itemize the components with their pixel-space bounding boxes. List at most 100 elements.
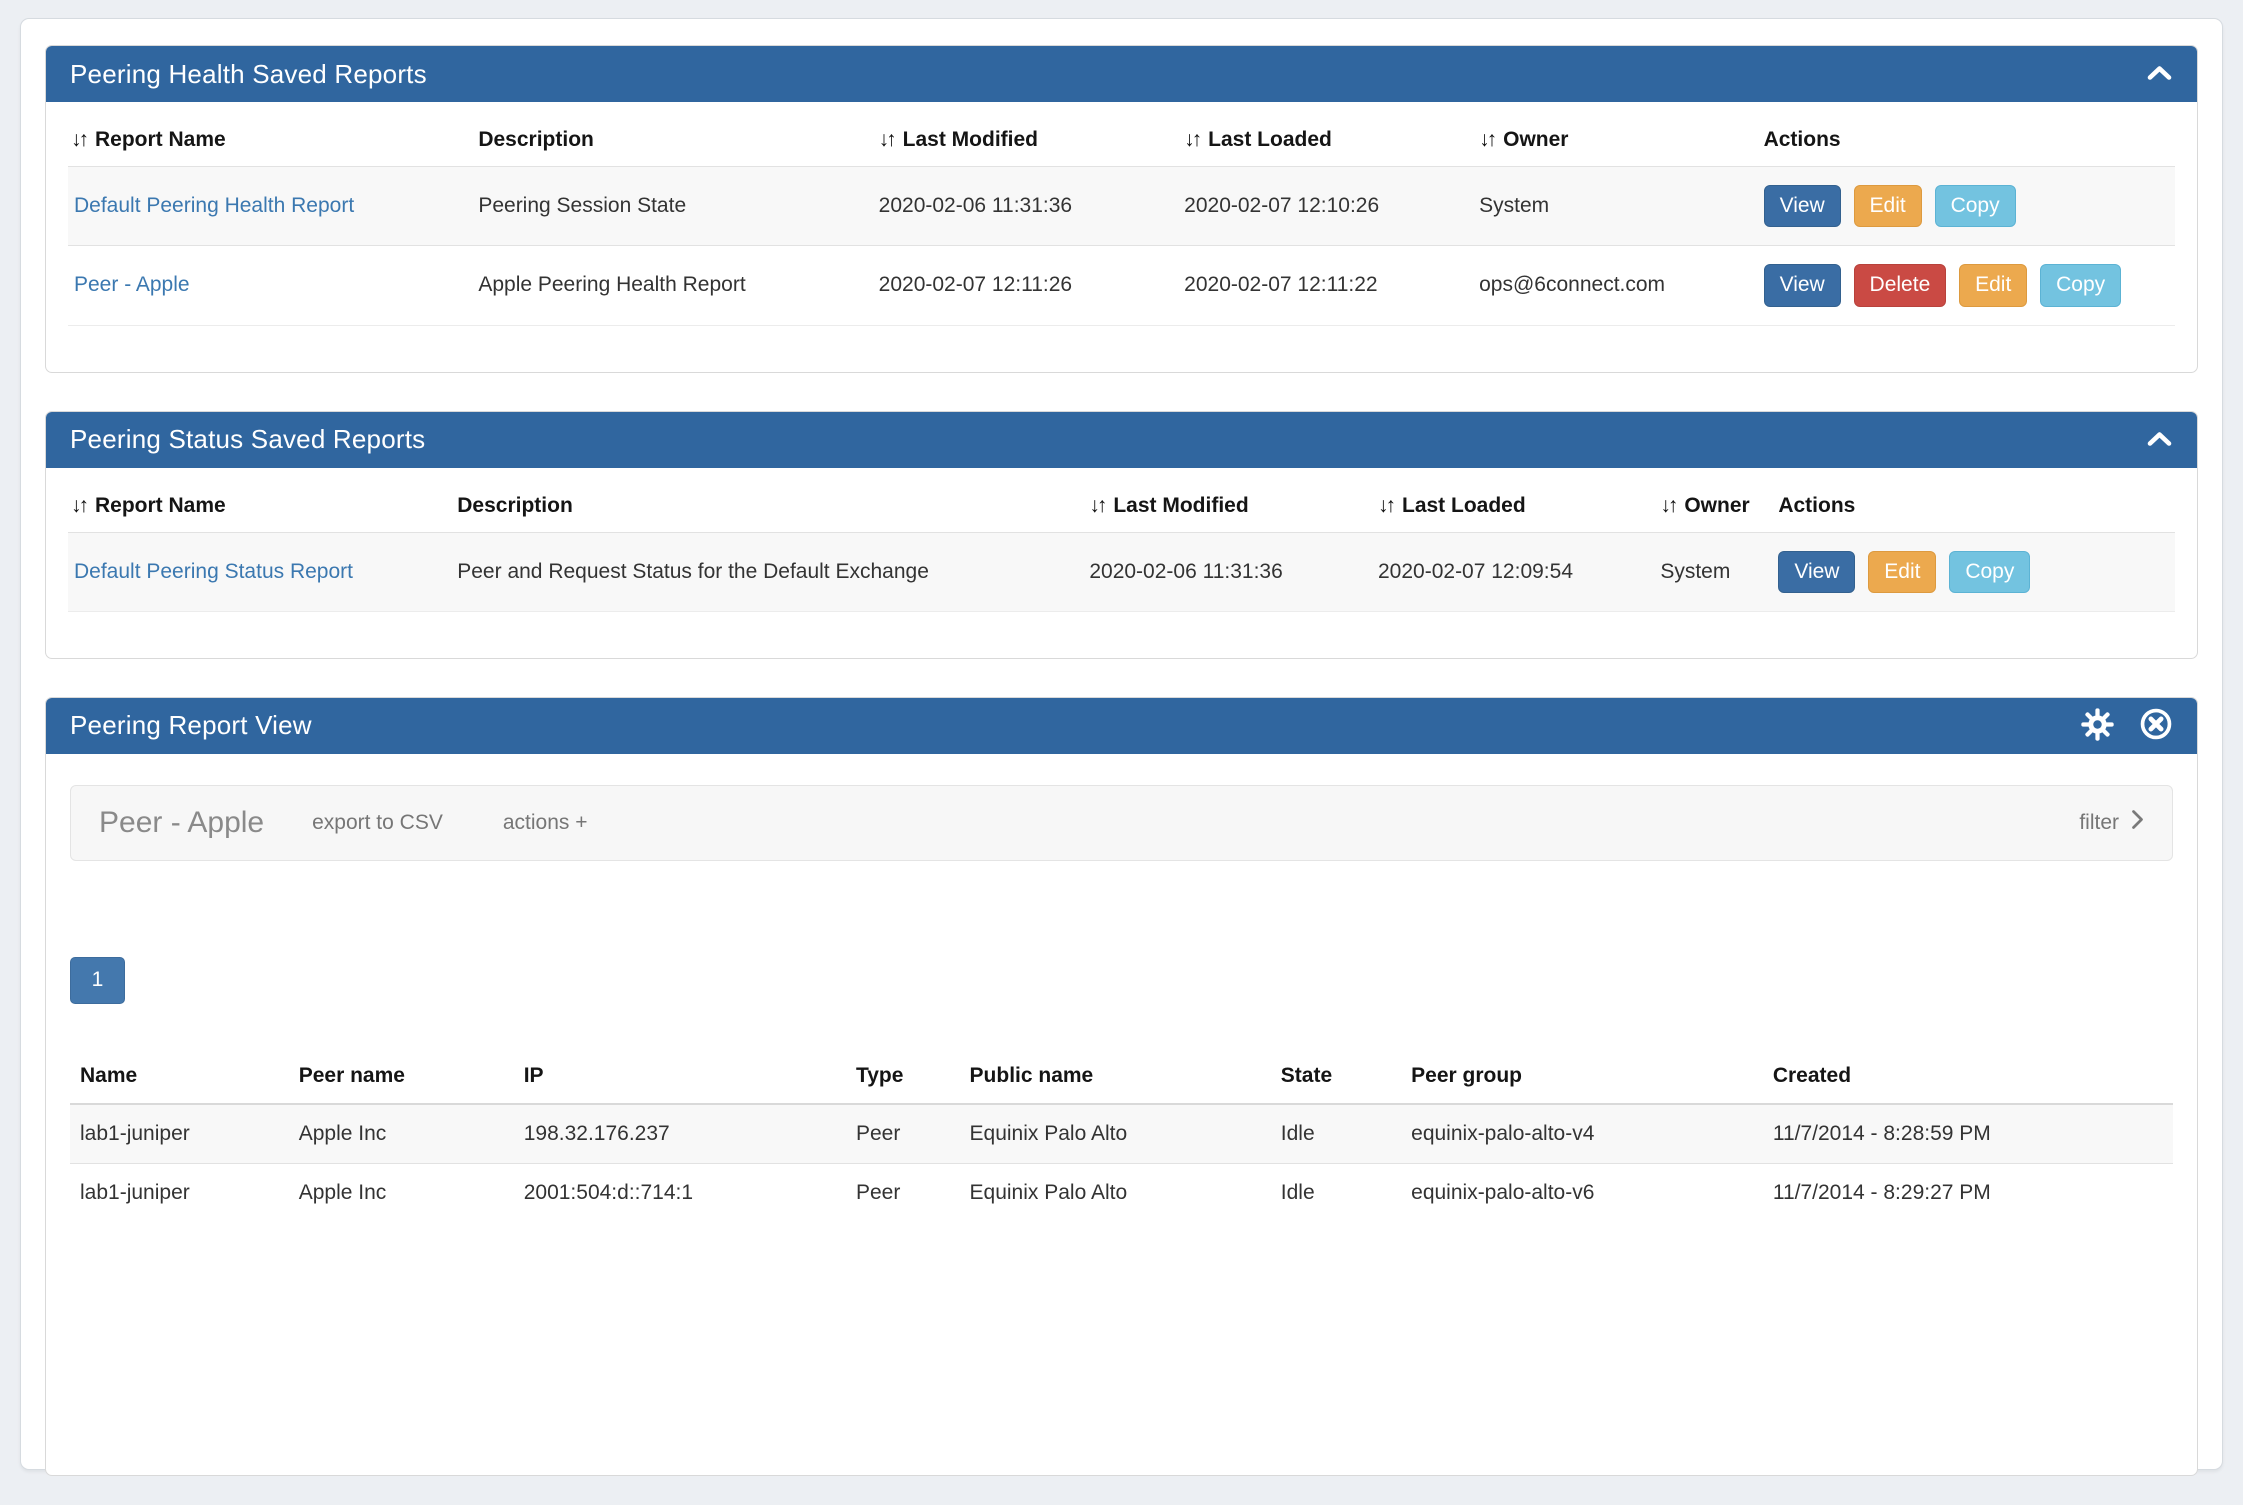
filter-label: filter [2079, 811, 2119, 835]
column-label: Owner [1684, 494, 1749, 517]
cell-last-loaded: 2020-02-07 12:11:22 [1174, 246, 1469, 325]
edit-button[interactable]: Edit [1854, 185, 1922, 227]
gear-icon [2080, 707, 2115, 745]
copy-button[interactable]: Copy [2040, 264, 2121, 306]
filter-toggle[interactable]: filter [2079, 809, 2144, 836]
cell-description: Apple Peering Health Report [468, 246, 868, 325]
report-link[interactable]: Default Peering Status Report [74, 560, 353, 583]
collapse-button[interactable] [2146, 64, 2173, 84]
column-label: Report Name [95, 494, 226, 517]
panel-body: ↓↑Report Name Description ↓↑Last Modifie… [46, 102, 2197, 372]
column-header-description: Description [447, 474, 1079, 533]
report-link[interactable]: Default Peering Health Report [74, 194, 354, 217]
chevron-up-icon [2146, 430, 2173, 450]
report-toolbar: Peer - Apple export to CSV actions + fil… [70, 785, 2173, 861]
column-label: Actions [1778, 494, 1855, 517]
sort-icon: ↓↑ [1660, 494, 1675, 517]
sort-icon: ↓↑ [1089, 494, 1104, 517]
column-header-actions: Actions [1768, 474, 2175, 533]
panel-peering-health: Peering Health Saved Reports ↓↑Report Na… [45, 45, 2198, 373]
actions-menu-link[interactable]: actions + [503, 811, 588, 835]
sort-icon: ↓↑ [1184, 128, 1199, 151]
column-header-last-modified[interactable]: ↓↑Last Modified [869, 108, 1175, 167]
panel-title: Peering Health Saved Reports [70, 59, 427, 90]
column-header-report-name[interactable]: ↓↑ Report Name [68, 474, 447, 533]
report-view-title: Peer - Apple [99, 806, 264, 840]
report-view-body: Peer - Apple export to CSV actions + fil… [46, 754, 2197, 1475]
panel-header-report-view: Peering Report View [46, 698, 2197, 754]
cell-last-loaded: 2020-02-07 12:09:54 [1368, 532, 1650, 611]
table-header-row: ↓↑Report Name Description ↓↑Last Modifie… [68, 108, 2175, 167]
collapse-button[interactable] [2146, 430, 2173, 450]
sort-icon: ↓↑ [1479, 128, 1494, 151]
column-label: Description [478, 128, 594, 151]
settings-button[interactable] [2080, 707, 2115, 745]
panel-header-peering-status: Peering Status Saved Reports [46, 412, 2197, 468]
table-header-row: ↓↑ Report Name Description ↓↑ Last Modifie… [68, 474, 2175, 533]
delete-button[interactable]: Delete [1854, 264, 1947, 306]
cell-state: Idle [1271, 1104, 1401, 1164]
saved-reports-table: ↓↑Report Name Description ↓↑Last Modifie… [68, 108, 2175, 326]
column-header-report-name[interactable]: ↓↑Report Name [68, 108, 468, 167]
close-button[interactable] [2139, 707, 2173, 744]
cell-description: Peer and Request Status for the Default … [447, 532, 1079, 611]
cell-ip: 2001:504:d::714:1 [514, 1163, 846, 1222]
column-header-owner[interactable]: ↓↑ Owner [1469, 108, 1753, 167]
copy-button[interactable]: Copy [1949, 551, 2030, 593]
cell-name: lab1-juniper [70, 1104, 289, 1164]
panel-peering-status: Peering Status Saved Reports ↓↑ Report Na… [45, 411, 2198, 659]
cell-owner: System [1650, 532, 1768, 611]
peer-report-table: Name Peer name IP Type Public name State… [70, 1054, 2173, 1222]
cell-report-name: Default Peering Health Report [68, 167, 468, 246]
pagination: 1 [70, 957, 2173, 1004]
peer-row: lab1-juniper Apple Inc 198.32.176.237 Pe… [70, 1104, 2173, 1164]
column-header-last-loaded[interactable]: ↓↑ Last Loaded [1174, 108, 1469, 167]
cell-peer-group: equinix-palo-alto-v6 [1401, 1163, 1763, 1222]
cell-public-name: Equinix Palo Alto [960, 1104, 1271, 1164]
cell-name: lab1-juniper [70, 1163, 289, 1222]
cell-actions: View Edit Copy [1768, 532, 2175, 611]
column-header-public-name: Public name [960, 1054, 1271, 1104]
cell-public-name: Equinix Palo Alto [960, 1163, 1271, 1222]
view-button[interactable]: View [1764, 264, 1841, 306]
cell-created: 11/7/2014 - 8:29:27 PM [1763, 1163, 2173, 1222]
column-label: Actions [1764, 128, 1841, 151]
cell-report-name: Peer - Apple [68, 246, 468, 325]
cell-peer-group: equinix-palo-alto-v4 [1401, 1104, 1763, 1164]
close-circle-icon [2139, 707, 2173, 744]
report-row: Default Peering Status Report Peer and R… [68, 532, 2175, 611]
cell-actions: View Delete Edit Copy [1754, 246, 2175, 325]
view-button[interactable]: View [1778, 551, 1855, 593]
sort-icon: ↓↑ [879, 128, 894, 151]
cell-type: Peer [846, 1104, 960, 1164]
column-label: Last Modified [1113, 494, 1248, 517]
column-header-actions: Actions [1754, 108, 2175, 167]
column-header-ip: IP [514, 1054, 846, 1104]
sort-icon: ↓↑ [71, 494, 86, 517]
edit-button[interactable]: Edit [1868, 551, 1936, 593]
cell-created: 11/7/2014 - 8:28:59 PM [1763, 1104, 2173, 1164]
cell-ip: 198.32.176.237 [514, 1104, 846, 1164]
table-header-row: Name Peer name IP Type Public name State… [70, 1054, 2173, 1104]
column-header-last-loaded[interactable]: ↓↑Last Loaded [1368, 474, 1650, 533]
export-csv-link[interactable]: export to CSV [312, 811, 443, 835]
copy-button[interactable]: Copy [1935, 185, 2016, 227]
cell-peer-name: Apple Inc [289, 1163, 514, 1222]
edit-button[interactable]: Edit [1959, 264, 2027, 306]
column-header-created: Created [1763, 1054, 2173, 1104]
peer-row: lab1-juniper Apple Inc 2001:504:d::714:1… [70, 1163, 2173, 1222]
pagination-page-1[interactable]: 1 [70, 957, 125, 1004]
report-link[interactable]: Peer - Apple [74, 273, 190, 296]
report-row: Default Peering Health Report Peering Se… [68, 167, 2175, 246]
column-label: Owner [1503, 128, 1568, 151]
column-header-last-modified[interactable]: ↓↑ Last Modified [1079, 474, 1368, 533]
saved-reports-table: ↓↑ Report Name Description ↓↑ Last Modifie… [68, 474, 2175, 612]
cell-owner: System [1469, 167, 1753, 246]
cell-last-loaded: 2020-02-07 12:10:26 [1174, 167, 1469, 246]
panel-title: Peering Status Saved Reports [70, 424, 425, 455]
column-label: Last Loaded [1208, 128, 1332, 151]
view-button[interactable]: View [1764, 185, 1841, 227]
column-header-owner[interactable]: ↓↑ Owner [1650, 474, 1768, 533]
panel-title: Peering Report View [70, 710, 312, 741]
cell-last-modified: 2020-02-07 12:11:26 [869, 246, 1175, 325]
